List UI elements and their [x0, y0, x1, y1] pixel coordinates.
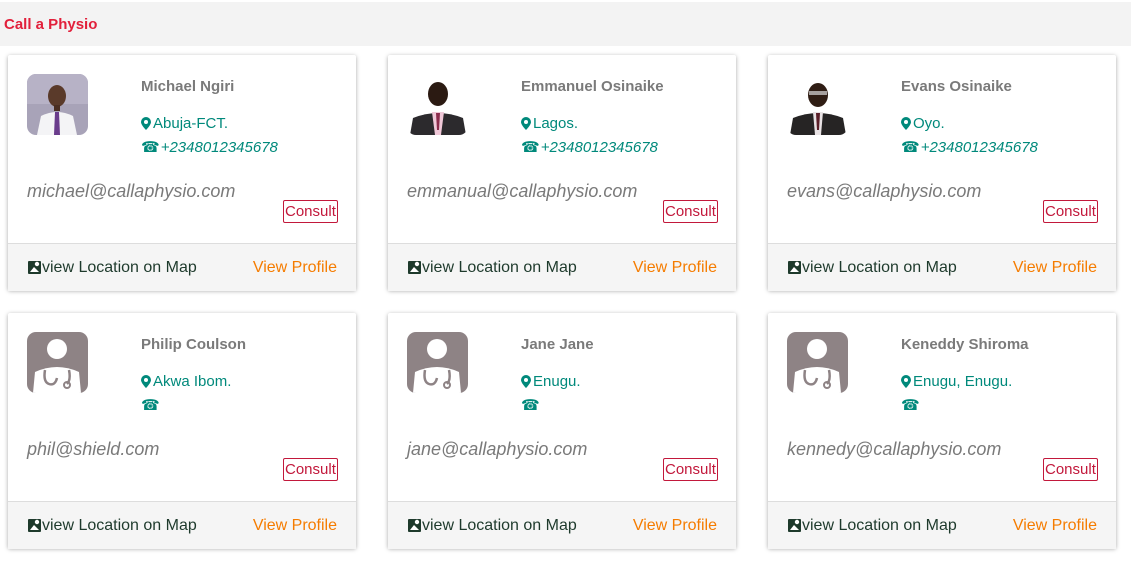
location-text: Enugu. — [533, 373, 581, 390]
view-profile-link[interactable]: View Profile — [633, 517, 717, 535]
consult-button[interactable]: Consult — [283, 200, 338, 223]
view-location-label: view Location on Map — [42, 517, 197, 534]
map-pin-icon — [141, 375, 151, 392]
physio-card: Jane Jane Enugu. ☎ jane@callaphysio.com … — [388, 313, 736, 549]
phone-line: ☎ — [521, 396, 541, 414]
physio-card: Philip Coulson Akwa Ibom. ☎ phil@shield.… — [8, 313, 356, 549]
map-pin-icon — [141, 117, 151, 134]
consult-button[interactable]: Consult — [283, 458, 338, 481]
location-line: Lagos. — [521, 115, 578, 134]
email-text: kennedy@callaphysio.com — [787, 439, 1002, 459]
avatar[interactable] — [27, 74, 88, 135]
location-line: Abuja-FCT. — [141, 115, 228, 134]
doctor-placeholder-icon[interactable] — [787, 332, 848, 393]
map-icon — [788, 518, 801, 537]
location-line: Akwa Ibom. — [141, 373, 231, 392]
phone-line: ☎ — [901, 396, 921, 414]
telephone-icon: ☎ — [521, 139, 540, 156]
doctor-placeholder-icon[interactable] — [407, 332, 468, 393]
map-icon — [28, 260, 41, 279]
avatar[interactable] — [407, 74, 468, 135]
view-location-label: view Location on Map — [422, 517, 577, 534]
telephone-icon: ☎ — [521, 397, 540, 414]
phone-number[interactable]: +2348012345678 — [541, 139, 658, 156]
location-line: Enugu. — [521, 373, 581, 392]
phone-number[interactable]: +2348012345678 — [161, 139, 278, 156]
location-text: Oyo. — [913, 115, 945, 132]
view-location-link[interactable]: view Location on Map — [788, 517, 957, 537]
map-icon — [788, 260, 801, 279]
location-text: Lagos. — [533, 115, 579, 132]
physio-name: Keneddy Shiroma — [901, 336, 1029, 353]
view-profile-link[interactable]: View Profile — [633, 259, 717, 277]
phone-line: ☎+2348012345678 — [901, 138, 1038, 156]
telephone-icon: ☎ — [141, 139, 160, 156]
consult-button[interactable]: Consult — [663, 200, 718, 223]
map-icon — [28, 518, 41, 537]
map-pin-icon — [521, 375, 531, 392]
view-location-label: view Location on Map — [42, 259, 197, 276]
consult-button[interactable]: Consult — [1043, 200, 1098, 223]
view-location-link[interactable]: view Location on Map — [28, 259, 197, 279]
email-text: jane@callaphysio.com — [407, 439, 588, 459]
phone-line: ☎+2348012345678 — [521, 138, 658, 156]
view-profile-link[interactable]: View Profile — [1013, 259, 1097, 277]
view-location-link[interactable]: view Location on Map — [408, 259, 577, 279]
card-footer: view Location on Map View Profile — [768, 501, 1116, 549]
map-icon — [408, 518, 421, 537]
map-pin-icon — [901, 117, 911, 134]
card-footer: view Location on Map View Profile — [388, 501, 736, 549]
telephone-icon: ☎ — [901, 397, 920, 414]
location-line: Enugu, Enugu. — [901, 373, 1012, 392]
location-text: Akwa Ibom. — [153, 373, 232, 390]
card-footer: view Location on Map View Profile — [8, 501, 356, 549]
view-location-link[interactable]: view Location on Map — [788, 259, 957, 279]
physio-card: Emmanuel Osinaike Lagos. ☎+2348012345678… — [388, 55, 736, 291]
location-text: Enugu, Enugu. — [913, 373, 1013, 390]
card-footer: view Location on Map View Profile — [768, 243, 1116, 291]
physio-name: Emmanuel Osinaike — [521, 78, 664, 95]
consult-button[interactable]: Consult — [1043, 458, 1098, 481]
card-footer: view Location on Map View Profile — [8, 243, 356, 291]
doctor-placeholder-icon[interactable] — [27, 332, 88, 393]
email-text: michael@callaphysio.com — [27, 181, 236, 201]
telephone-icon: ☎ — [141, 397, 160, 414]
email-text: phil@shield.com — [27, 439, 160, 459]
physio-card: Michael Ngiri Abuja-FCT. ☎+2348012345678… — [8, 55, 356, 291]
location-text: Abuja-FCT. — [153, 115, 229, 132]
physio-name: Evans Osinaike — [901, 78, 1012, 95]
physio-name: Michael Ngiri — [141, 78, 235, 95]
physio-card: Evans Osinaike Oyo. ☎+2348012345678 evan… — [768, 55, 1116, 291]
map-pin-icon — [521, 117, 531, 134]
view-location-link[interactable]: view Location on Map — [28, 517, 197, 537]
email-text: evans@callaphysio.com — [787, 181, 982, 201]
consult-button[interactable]: Consult — [663, 458, 718, 481]
phone-line: ☎+2348012345678 — [141, 138, 278, 156]
brand-title[interactable]: Call a Physio — [4, 16, 97, 33]
card-footer: view Location on Map View Profile — [388, 243, 736, 291]
view-profile-link[interactable]: View Profile — [253, 517, 337, 535]
view-profile-link[interactable]: View Profile — [253, 259, 337, 277]
view-profile-link[interactable]: View Profile — [1013, 517, 1097, 535]
view-location-label: view Location on Map — [802, 259, 957, 276]
view-location-label: view Location on Map — [422, 259, 577, 276]
top-bar: Call a Physio — [0, 2, 1131, 46]
physio-card: Keneddy Shiroma Enugu, Enugu. ☎ kennedy@… — [768, 313, 1116, 549]
physio-name: Jane Jane — [521, 336, 594, 353]
telephone-icon: ☎ — [901, 139, 920, 156]
map-icon — [408, 260, 421, 279]
map-pin-icon — [901, 375, 911, 392]
phone-number[interactable]: +2348012345678 — [921, 139, 1038, 156]
email-text: emmanual@callaphysio.com — [407, 181, 638, 201]
physio-name: Philip Coulson — [141, 336, 246, 353]
phone-line: ☎ — [141, 396, 161, 414]
avatar[interactable] — [787, 74, 848, 135]
view-location-link[interactable]: view Location on Map — [408, 517, 577, 537]
location-line: Oyo. — [901, 115, 945, 134]
view-location-label: view Location on Map — [802, 517, 957, 534]
